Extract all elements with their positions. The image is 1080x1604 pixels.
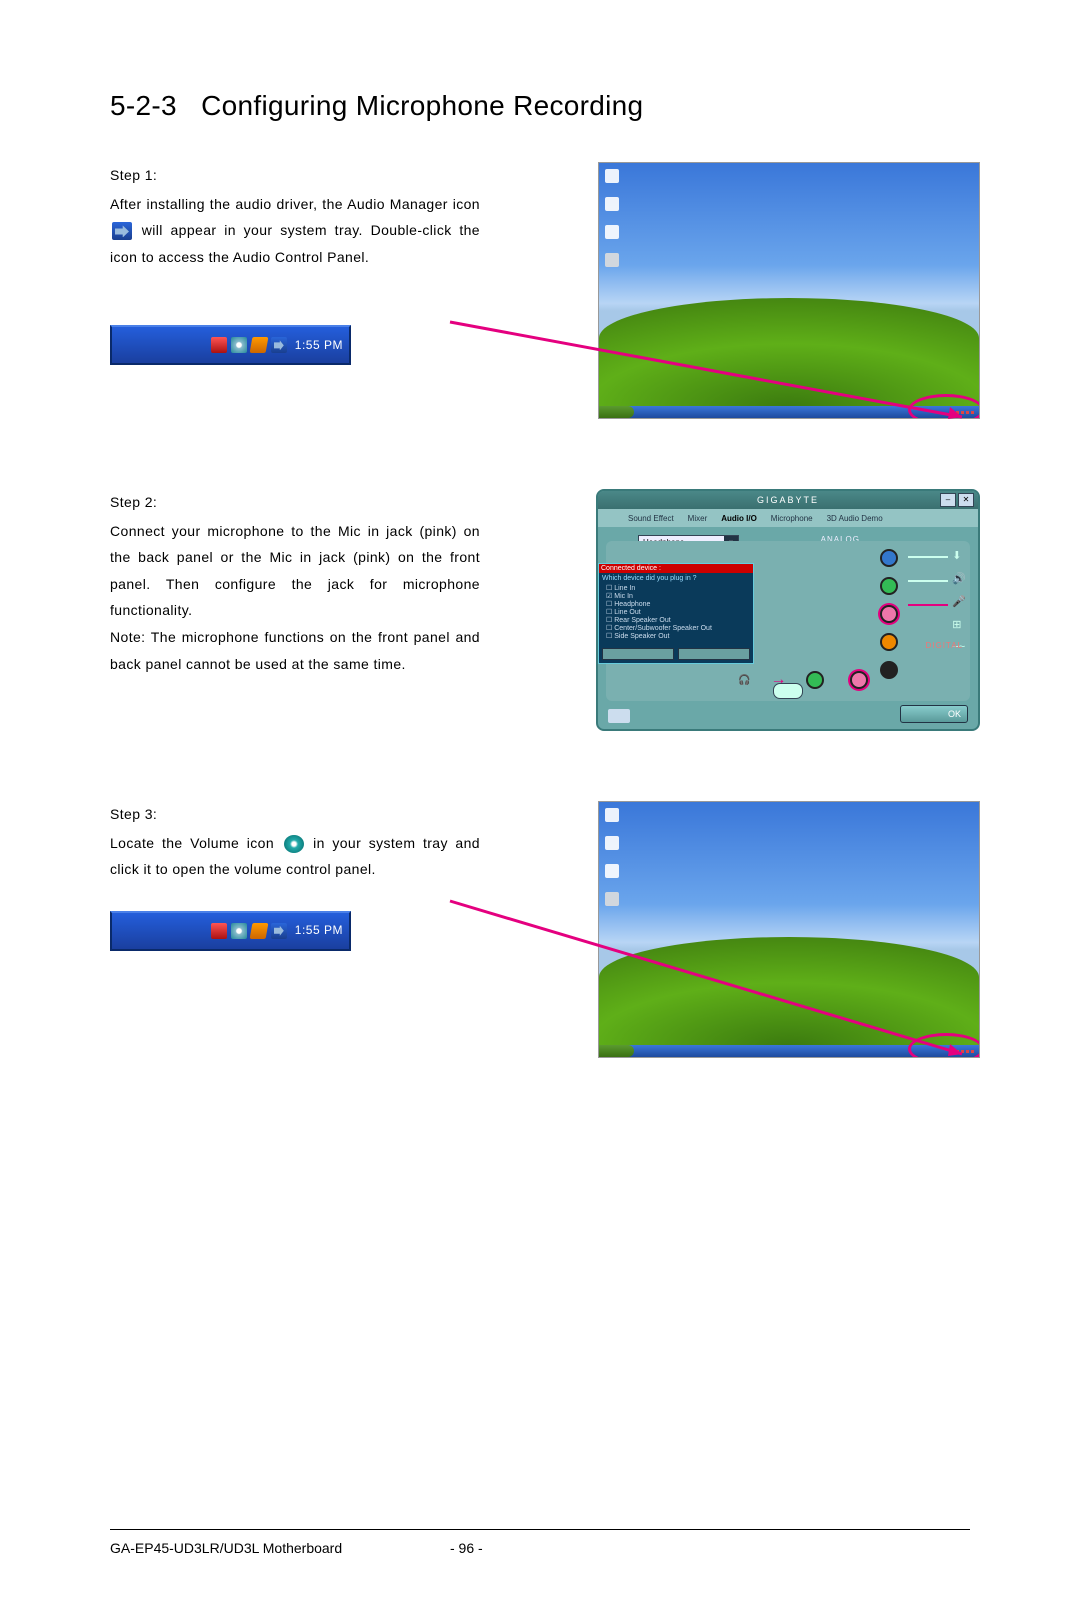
tray-area xyxy=(919,407,974,417)
popup-item: Line In xyxy=(606,584,750,592)
step1-label: Step 1: xyxy=(110,162,480,189)
start-button xyxy=(599,1045,634,1057)
desktop-icons xyxy=(605,169,619,267)
section-title-text: Configuring Microphone Recording xyxy=(201,90,643,121)
close-icon: ✕ xyxy=(958,493,974,507)
jack-center xyxy=(880,633,898,651)
desktop-screenshot-1 xyxy=(598,162,980,419)
jack-line-out xyxy=(880,577,898,595)
audio-manager-icon xyxy=(112,222,132,240)
headphone-icon: 🎧 xyxy=(738,675,750,686)
popup-device-list: Line In Mic In Headphone Line Out Rear S… xyxy=(602,584,750,644)
desktop-icons xyxy=(605,808,619,906)
taskbar xyxy=(599,406,979,418)
jack-arrow xyxy=(908,580,948,582)
step1-text-b: will appear in your system tray. Double-… xyxy=(110,222,480,265)
tray-audio-manager-icon xyxy=(271,923,287,939)
step2-para1: Connect your microphone to the Mic in ja… xyxy=(110,518,480,624)
tray-icon-1 xyxy=(211,337,227,353)
popup-item-checked: Mic In xyxy=(606,592,750,600)
front-panel-jacks: 🎧 → xyxy=(738,671,868,689)
tab-sound-effect: Sound Effect xyxy=(628,514,674,523)
page-footer: GA-EP45-UD3LR/UD3L Motherboard - 96 - xyxy=(110,1529,970,1556)
step1-block: Step 1: After installing the audio drive… xyxy=(110,162,980,419)
tray-icon-1 xyxy=(211,923,227,939)
tray-audio-manager-icon xyxy=(271,337,287,353)
volume-icon xyxy=(284,835,304,853)
jack-arrow xyxy=(908,556,948,558)
desktop-screenshot-2 xyxy=(598,801,980,1058)
desktop-icon xyxy=(605,836,619,850)
front-jack-mic xyxy=(850,671,868,689)
jack-arrow-mic xyxy=(908,604,948,606)
popup-item: Line Out xyxy=(606,608,750,616)
tab-3d-audio: 3D Audio Demo xyxy=(827,514,883,523)
step1-text-a: After installing the audio driver, the A… xyxy=(110,196,480,212)
popup-ok xyxy=(602,648,674,660)
system-tray-closeup-2: 1:55 PM xyxy=(110,911,351,951)
audio-control-panel: GIGABYTE – ✕ Sound Effect Mixer Audio I/… xyxy=(596,489,980,731)
back-panel-jacks xyxy=(880,549,898,679)
recycle-bin-icon xyxy=(605,892,619,906)
vendor-logo xyxy=(608,709,630,723)
popup-question: Which device did you plug in ? xyxy=(602,575,750,582)
popup-item: Side Speaker Out xyxy=(606,632,750,640)
device-popup: Connected device : Which device did you … xyxy=(598,563,754,664)
step1-body: After installing the audio driver, the A… xyxy=(110,191,480,271)
jack-rear xyxy=(880,661,898,679)
minimize-icon: – xyxy=(940,493,956,507)
tray-time: 1:55 PM xyxy=(295,919,343,942)
step2-label: Step 2: xyxy=(110,489,480,516)
line-in-icon: ⬇ xyxy=(952,549,966,562)
popup-header: Connected device : xyxy=(599,564,753,573)
step3-text-a: Locate the Volume icon xyxy=(110,835,282,851)
start-button xyxy=(599,406,634,418)
mic-icon: 🎤 xyxy=(952,595,966,608)
step3-label: Step 3: xyxy=(110,801,480,828)
tab-mixer: Mixer xyxy=(688,514,708,523)
play-button-icon xyxy=(773,683,803,699)
tab-microphone: Microphone xyxy=(771,514,813,523)
jack-mic-in xyxy=(880,605,898,623)
desktop-icon xyxy=(605,169,619,183)
tab-audio-io: Audio I/O xyxy=(721,514,757,523)
desktop-icon xyxy=(605,808,619,822)
tray-volume-icon xyxy=(231,337,247,353)
popup-item: Rear Speaker Out xyxy=(606,616,750,624)
recycle-bin-icon xyxy=(605,253,619,267)
tray-icon-3 xyxy=(249,337,268,353)
step2-para2: Note: The microphone functions on the fr… xyxy=(110,624,480,677)
step3-body: Locate the Volume icon in your system tr… xyxy=(110,830,480,883)
step2-block: Step 2: Connect your microphone to the M… xyxy=(110,489,980,731)
panel-tabs: Sound Effect Mixer Audio I/O Microphone … xyxy=(598,509,978,527)
tray-area xyxy=(919,1046,974,1056)
speaker2-icon: ⊞ xyxy=(952,618,966,631)
desktop-icon xyxy=(605,225,619,239)
footer-page: - 96 - xyxy=(450,1540,483,1556)
taskbar xyxy=(599,1045,979,1057)
section-number: 5-2-3 xyxy=(110,90,177,121)
tray-time: 1:55 PM xyxy=(295,334,343,357)
system-tray-closeup: 1:55 PM xyxy=(110,325,351,365)
panel-title: GIGABYTE xyxy=(757,495,819,505)
panel-ok-button: OK xyxy=(900,705,968,723)
footer-product: GA-EP45-UD3LR/UD3L Motherboard xyxy=(110,1540,342,1556)
tray-icon-3 xyxy=(249,923,268,939)
front-jack-hp xyxy=(806,671,824,689)
window-buttons: – ✕ xyxy=(940,493,974,507)
desktop-icon xyxy=(605,864,619,878)
desktop-icon xyxy=(605,197,619,211)
tray-volume-icon xyxy=(231,923,247,939)
jack-icon-column: ⬇ 🔊 🎤 ⊞ ~~ xyxy=(952,549,966,653)
digital-label: DIGITAL xyxy=(925,641,963,650)
jack-line-in xyxy=(880,549,898,567)
step3-block: Step 3: Locate the Volume icon in your s… xyxy=(110,801,980,1058)
popup-cancel xyxy=(678,648,750,660)
popup-item: Headphone xyxy=(606,600,750,608)
speaker-icon: 🔊 xyxy=(952,572,966,585)
section-heading: 5-2-3 Configuring Microphone Recording xyxy=(110,90,980,122)
popup-item: Center/Subwoofer Speaker Out xyxy=(606,624,750,632)
